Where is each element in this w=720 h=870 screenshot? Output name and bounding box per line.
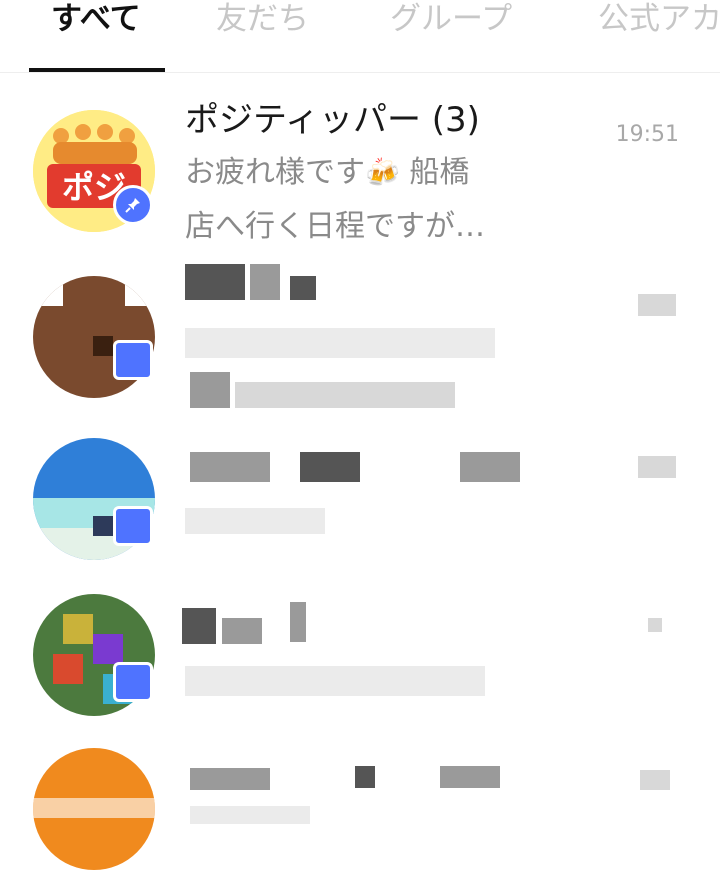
beer-emoji-icon: 🍻: [365, 156, 400, 189]
chat-preview: お疲れ様です🍻 船橋 店へ行く日程ですが…: [185, 155, 485, 244]
badge-icon: [113, 662, 153, 702]
badge-icon: [113, 506, 153, 546]
chat-list-item[interactable]: [0, 252, 720, 422]
badge-icon: [113, 340, 153, 380]
chat-list-item[interactable]: [0, 422, 720, 582]
tab-friends[interactable]: 友だち: [216, 0, 309, 72]
chat-list-item[interactable]: [0, 732, 720, 870]
chat-list-item[interactable]: [0, 582, 720, 732]
avatar: [33, 748, 155, 870]
chat-filter-tabs: すべて 友だち グループ 公式アカ: [0, 0, 720, 73]
tab-groups[interactable]: グループ: [390, 0, 512, 72]
chat-name: ポジティッパー (3): [185, 100, 480, 140]
tab-all[interactable]: すべて: [51, 0, 141, 72]
pin-icon: [125, 198, 140, 213]
tab-official[interactable]: 公式アカ: [598, 0, 720, 72]
chat-time: 19:51: [615, 122, 679, 147]
pin-badge: [113, 185, 153, 225]
chat-list-item[interactable]: ポジ ポジティッパー (3) 19:51 お疲れ様です🍻 船橋 店へ行く日程です…: [0, 72, 720, 252]
